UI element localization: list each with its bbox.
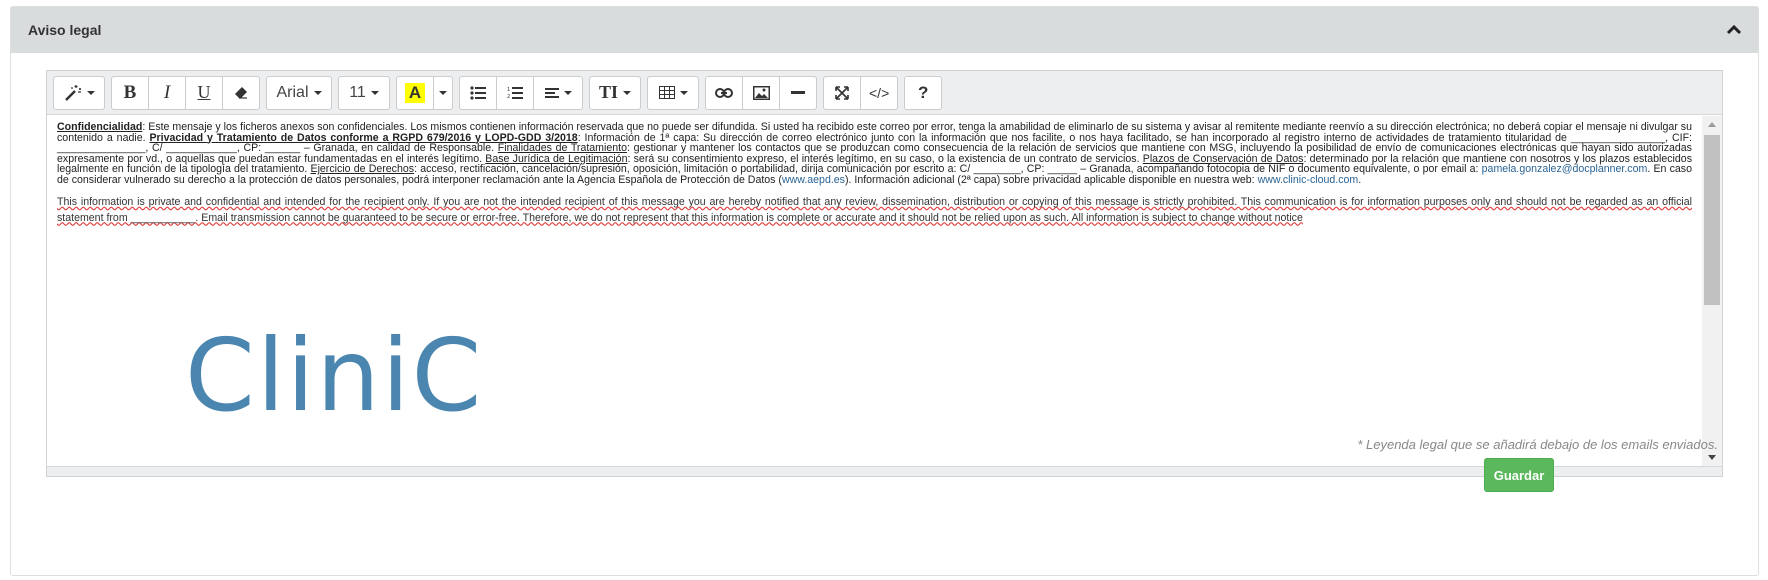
table-icon [658,86,675,99]
font-family-value: Arial [276,83,309,101]
magic-wand-icon [64,84,81,101]
link-icon [715,87,733,98]
eraser-icon [235,86,247,99]
insert-picture-button[interactable] [742,75,780,110]
save-button[interactable]: Guardar [1484,458,1554,492]
panel-header[interactable]: Aviso legal [11,7,1758,53]
scroll-up-icon[interactable] [1708,122,1716,127]
style-dropdown-button[interactable] [53,75,105,110]
underline-button[interactable]: U [185,75,223,110]
clinic-logo-text: CliniC [185,317,484,412]
legal-notice-panel: Aviso legal B I U Arial 11 A 1 2 TI </> … [10,6,1759,576]
panel-title: Aviso legal [28,22,102,38]
text-color-label: A [404,82,426,103]
editor-scrollbar[interactable] [1702,116,1722,466]
clinic-logo: CliniC [185,316,505,412]
spanish-legal-text: Confidencialidad: Este mensaje y los fic… [57,122,1692,185]
italic-button[interactable]: I [148,75,186,110]
unordered-list-button[interactable] [459,75,497,110]
english-disclaimer: This information is private and confiden… [57,196,1692,224]
font-size-value: 11 [349,83,366,101]
insert-hr-button[interactable] [779,75,817,110]
rich-text-editor: B I U Arial 11 A 1 2 TI </> ? Confidenci… [46,70,1723,477]
end-dot: . [1358,173,1362,186]
email-link[interactable]: pamela.gonzalez@docplanner.com [1482,163,1648,175]
editor-toolbar: B I U Arial 11 A 1 2 TI </> ? [47,71,1722,115]
line-height-dropdown[interactable]: TI [589,75,641,110]
paragraph-align-dropdown[interactable] [533,75,583,110]
additional-info-text: ). Información adicional (2ª capa) sobre… [844,173,1258,186]
font-size-dropdown[interactable]: 11 [338,75,390,110]
text-color-button[interactable]: A [396,75,434,110]
code-view-button[interactable]: </> [860,75,899,110]
legal-hint-text: * Leyenda legal que se añadirá debajo de… [1357,437,1718,452]
svg-text:1: 1 [507,87,510,93]
picture-icon [752,85,770,100]
font-family-dropdown[interactable]: Arial [266,75,332,110]
fullscreen-button[interactable] [823,75,861,110]
aepd-link[interactable]: www.aepd.es [782,174,845,186]
ordered-list-icon: 1 2 [507,86,523,100]
scrollbar-thumb[interactable] [1704,135,1720,305]
text-color-dropdown[interactable] [433,75,453,110]
fullscreen-icon [835,85,849,100]
align-left-icon [544,87,559,98]
ordered-list-button[interactable]: 1 2 [496,75,534,110]
editor-resize-handle[interactable] [47,466,1722,476]
insert-link-button[interactable] [705,75,743,110]
bold-button[interactable]: B [111,75,149,110]
website-link[interactable]: www.clinic-cloud.com [1258,174,1359,186]
table-dropdown[interactable] [647,75,699,110]
horizontal-rule-icon [791,90,805,94]
unordered-list-icon [470,85,486,100]
line-height-label: TI [598,82,618,102]
scroll-down-icon[interactable] [1708,455,1716,460]
editor-content[interactable]: Confidencialidad: Este mensaje y los fic… [47,116,1702,466]
clear-format-button[interactable] [222,75,260,110]
help-button[interactable]: ? [904,75,943,110]
chevron-up-icon[interactable] [1726,22,1742,38]
svg-text:2: 2 [507,94,510,100]
